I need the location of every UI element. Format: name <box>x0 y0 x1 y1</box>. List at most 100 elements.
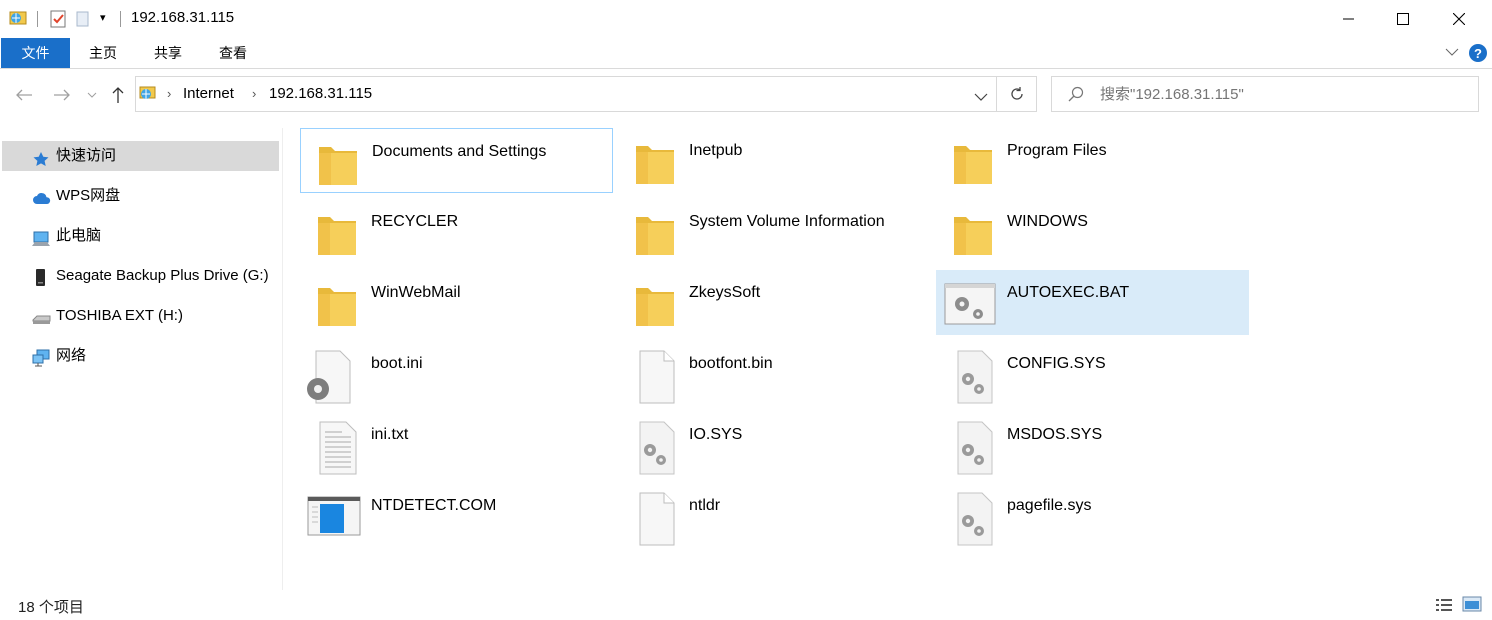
file-name: ZkeysSoft <box>689 284 761 301</box>
properties-icon[interactable] <box>49 9 67 34</box>
file-icon <box>630 349 682 404</box>
breadcrumb-separator: › <box>167 86 172 101</box>
file-name: CONFIG.SYS <box>1007 355 1106 372</box>
sidebar-item-this-pc[interactable]: 此电脑 <box>2 221 279 251</box>
folder-icon <box>313 137 365 189</box>
file-name: bootfont.bin <box>689 355 773 372</box>
file-item[interactable]: NTDETECT.COM <box>300 483 613 548</box>
customize-toolbar-dropdown[interactable]: ▾ <box>100 11 106 24</box>
back-button[interactable] <box>12 83 36 107</box>
tab-share[interactable]: 共享 <box>149 38 187 68</box>
large-icons-view-icon[interactable] <box>1462 595 1482 618</box>
file-item[interactable]: MSDOS.SYS <box>936 412 1249 477</box>
sidebar-item-toshiba-drive[interactable]: TOSHIBA EXT (H:) <box>2 301 279 331</box>
sidebar-item-label: 网络 <box>56 347 87 364</box>
folder-item[interactable]: Documents and Settings <box>300 128 613 193</box>
file-name: WinWebMail <box>371 284 461 301</box>
tab-view[interactable]: 查看 <box>214 38 252 68</box>
navigation-bar: › Internet › 192.168.31.115 <box>0 70 1492 118</box>
folder-icon <box>312 278 364 330</box>
star-icon <box>32 148 50 166</box>
system-file-icon <box>948 420 1000 475</box>
folder-icon <box>630 278 682 330</box>
breadcrumb-separator: › <box>252 86 257 101</box>
file-item[interactable]: IO.SYS <box>618 412 931 477</box>
breadcrumb-host[interactable]: 192.168.31.115 <box>269 85 372 102</box>
file-item[interactable]: CONFIG.SYS <box>936 341 1249 406</box>
file-name: RECYCLER <box>371 213 459 230</box>
folder-icon <box>948 136 1000 188</box>
recent-locations-dropdown[interactable] <box>84 83 100 107</box>
computer-icon <box>32 228 50 246</box>
navigation-pane: 快速访问 WPS网盘 此电脑 Seagate Backup Plus Drive… <box>0 128 283 590</box>
search-icon <box>1068 86 1084 107</box>
breadcrumb-internet[interactable]: Internet <box>183 85 234 102</box>
status-bar: 18 个项目 <box>0 590 1492 620</box>
tab-home[interactable]: 主页 <box>84 38 122 68</box>
title-bar: ▾ 192.168.31.115 <box>0 0 1492 38</box>
sidebar-item-network[interactable]: 网络 <box>2 341 279 371</box>
folder-item[interactable]: WinWebMail <box>300 270 613 335</box>
address-history-dropdown[interactable] <box>974 89 988 107</box>
file-name: pagefile.sys <box>1007 497 1092 514</box>
help-icon[interactable]: ? <box>1468 43 1488 68</box>
file-item[interactable]: bootfont.bin <box>618 341 931 406</box>
folder-item[interactable]: Program Files <box>936 128 1249 193</box>
folder-item[interactable]: System Volume Information <box>618 199 931 264</box>
file-name: System Volume Information <box>689 213 885 230</box>
tab-file[interactable]: 文件 <box>1 38 70 68</box>
file-item[interactable]: ini.txt <box>300 412 613 477</box>
file-name: ini.txt <box>371 426 409 443</box>
up-button[interactable] <box>106 83 130 107</box>
sidebar-item-wps-cloud[interactable]: WPS网盘 <box>2 181 279 211</box>
sidebar-item-label: TOSHIBA EXT (H:) <box>56 307 183 324</box>
sidebar-item-label: Seagate Backup Plus Drive (G:) <box>56 267 269 284</box>
refresh-button[interactable] <box>997 76 1037 112</box>
network-location-icon <box>8 9 30 34</box>
system-file-icon <box>948 491 1000 546</box>
file-name: boot.ini <box>371 355 423 372</box>
svg-text:?: ? <box>1474 46 1482 61</box>
settings-file-icon <box>302 349 354 404</box>
file-name: IO.SYS <box>689 426 743 443</box>
file-name: WINDOWS <box>1007 213 1088 230</box>
file-item[interactable]: AUTOEXEC.BAT <box>936 270 1249 335</box>
application-icon <box>306 491 361 543</box>
sidebar-item-seagate-drive[interactable]: Seagate Backup Plus Drive (G:) <box>2 261 279 291</box>
folder-icon <box>948 207 1000 259</box>
file-list: Documents and Settings Inetpub Program Fil… <box>300 128 1480 588</box>
file-name: NTDETECT.COM <box>371 497 497 514</box>
expand-ribbon-icon[interactable] <box>1445 45 1459 64</box>
window-title: 192.168.31.115 <box>131 9 235 26</box>
file-item[interactable]: pagefile.sys <box>936 483 1249 548</box>
folder-item[interactable]: Inetpub <box>618 128 931 193</box>
sidebar-item-label: 此电脑 <box>56 227 102 244</box>
ribbon-tabs: 文件 主页 共享 查看 ? <box>0 38 1492 69</box>
search-input[interactable] <box>1100 83 1460 105</box>
title-separator <box>37 11 38 27</box>
new-folder-icon[interactable] <box>76 9 90 34</box>
folder-item[interactable]: ZkeysSoft <box>618 270 931 335</box>
forward-button[interactable] <box>50 83 74 107</box>
details-view-icon[interactable] <box>1435 597 1453 618</box>
file-item[interactable]: boot.ini <box>300 341 613 406</box>
file-item[interactable]: ntldr <box>618 483 931 548</box>
search-box[interactable] <box>1051 76 1479 112</box>
file-name: Inetpub <box>689 142 743 159</box>
usb-drive-icon <box>32 308 51 324</box>
system-file-icon <box>630 420 682 475</box>
sidebar-item-label: 快速访问 <box>56 147 117 164</box>
folder-item[interactable]: WINDOWS <box>936 199 1249 264</box>
maximize-button[interactable] <box>1380 0 1426 38</box>
address-bar[interactable]: › Internet › 192.168.31.115 <box>135 76 997 112</box>
network-icon <box>32 348 50 367</box>
sidebar-item-label: WPS网盘 <box>56 187 121 204</box>
folder-icon <box>630 136 682 188</box>
folder-icon <box>312 207 364 259</box>
file-name: Documents and Settings <box>372 143 547 160</box>
file-name: ntldr <box>689 497 721 514</box>
close-button[interactable] <box>1436 0 1482 38</box>
folder-item[interactable]: RECYCLER <box>300 199 613 264</box>
sidebar-item-quick-access[interactable]: 快速访问 <box>2 141 279 171</box>
minimize-button[interactable] <box>1326 0 1372 38</box>
